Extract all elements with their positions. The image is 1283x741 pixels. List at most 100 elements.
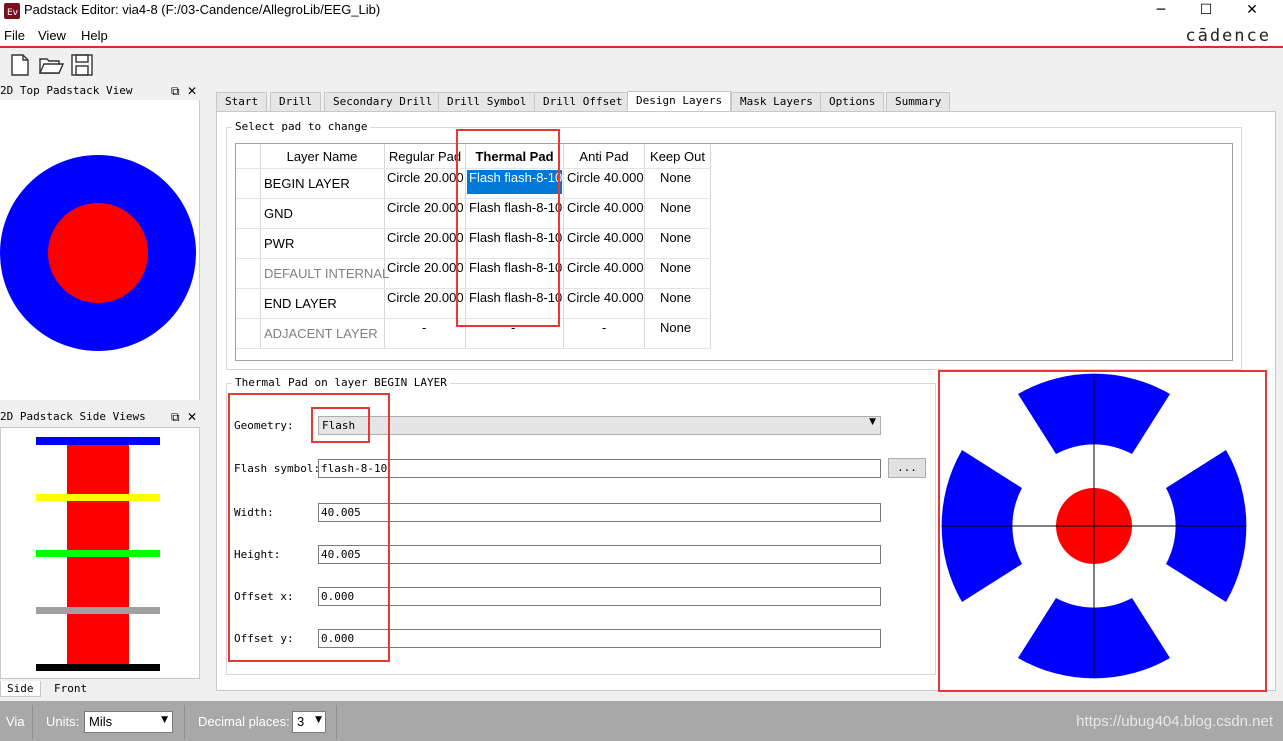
menu-help[interactable]: Help xyxy=(81,28,108,43)
units-value: Mils xyxy=(89,714,113,729)
maximize-button[interactable]: ☐ xyxy=(1183,0,1229,22)
side-view-canvas xyxy=(36,437,160,671)
cell-anti-pad[interactable]: Circle 40.000 xyxy=(567,290,644,305)
offset-x-field[interactable]: 0.000 xyxy=(318,587,881,606)
status-bar: Via Units: Mils ▼ Decimal places: 3 ▼ ht… xyxy=(0,701,1283,741)
units-select[interactable]: Mils ▼ xyxy=(84,711,173,733)
width-field[interactable]: 40.005 xyxy=(318,503,881,522)
tab-secondary-drill[interactable]: Secondary Drill xyxy=(324,92,442,111)
geometry-highlight xyxy=(311,407,370,443)
browse-button[interactable]: ... xyxy=(888,458,926,478)
side-padstack-view xyxy=(0,427,200,679)
close-pane-icon[interactable]: ✕ xyxy=(187,84,197,98)
top-padstack-view xyxy=(0,100,200,400)
menu-view[interactable]: View xyxy=(38,28,66,43)
tab-design-layers[interactable]: Design Layers xyxy=(627,91,732,112)
watermark: https://ubug404.blog.csdn.net xyxy=(1076,713,1273,730)
col-header-regular-pad[interactable]: Regular Pad xyxy=(385,149,465,164)
mode-label: Via xyxy=(6,714,25,729)
new-file-icon[interactable] xyxy=(9,53,31,77)
cell-layer[interactable]: BEGIN LAYER xyxy=(264,176,350,191)
cell-anti-pad[interactable]: - xyxy=(602,320,606,335)
gnd-layer-bar xyxy=(36,494,160,501)
row-divider xyxy=(236,348,711,349)
cell-layer[interactable]: DEFAULT INTERNAL xyxy=(264,266,389,281)
status-separator xyxy=(336,705,337,739)
internal-layer-bar xyxy=(36,607,160,614)
restore-icon[interactable]: ⧉ xyxy=(171,84,180,99)
cell-regular-pad[interactable]: Circle 20.000 xyxy=(387,200,464,215)
cell-keep-out[interactable]: None xyxy=(660,260,691,275)
cell-anti-pad[interactable]: Circle 40.000 xyxy=(567,170,644,185)
drill-circle xyxy=(48,203,148,303)
tab-start[interactable]: Start xyxy=(216,92,268,111)
minimize-button[interactable]: ─ xyxy=(1138,0,1184,22)
decimal-places-select[interactable]: 3 ▼ xyxy=(292,711,326,733)
decimal-places-value: 3 xyxy=(297,714,305,729)
cell-regular-pad[interactable]: Circle 20.000 xyxy=(387,260,464,275)
preview-highlight xyxy=(938,370,1267,692)
cell-regular-pad[interactable]: Circle 20.000 xyxy=(387,290,464,305)
tab-front[interactable]: Front xyxy=(48,681,93,697)
cell-regular-pad[interactable]: Circle 20.000 xyxy=(387,170,464,185)
decimal-places-label: Decimal places: xyxy=(198,714,290,729)
open-folder-icon[interactable] xyxy=(38,54,64,76)
cell-regular-pad[interactable]: - xyxy=(422,320,426,335)
top-view-header: 2D Top Padstack View ⧉ ✕ xyxy=(0,84,202,100)
col-header-anti-pad[interactable]: Anti Pad xyxy=(564,149,644,164)
cell-layer[interactable]: END LAYER xyxy=(264,296,337,311)
chevron-down-icon: ▼ xyxy=(161,715,168,725)
toolbar xyxy=(0,48,1283,82)
offset-y-field[interactable]: 0.000 xyxy=(318,629,881,648)
cell-layer[interactable]: GND xyxy=(264,206,293,221)
tab-drill-offset[interactable]: Drill Offset xyxy=(534,92,632,111)
app-icon: Ev xyxy=(4,3,20,19)
tab-drill-symbol[interactable]: Drill Symbol xyxy=(438,92,536,111)
cell-keep-out[interactable]: None xyxy=(660,230,691,245)
side-view-title: 2D Padstack Side Views xyxy=(0,410,146,423)
svg-text:Ev: Ev xyxy=(7,8,19,18)
cell-keep-out[interactable]: None xyxy=(660,290,691,305)
cell-layer[interactable]: PWR xyxy=(264,236,294,251)
title-bar: Ev Padstack Editor: via4-8 (F:/03-Canden… xyxy=(0,0,1283,22)
cell-anti-pad[interactable]: Circle 40.000 xyxy=(567,200,644,215)
end-layer-bar xyxy=(36,664,160,671)
col-header-keep-out[interactable]: Keep Out xyxy=(645,149,710,164)
col-header-layer-name[interactable]: Layer Name xyxy=(260,149,384,164)
side-view-header: 2D Padstack Side Views ⧉ ✕ xyxy=(0,410,202,426)
status-separator xyxy=(184,705,185,739)
geometry-select[interactable]: Flash ▼ xyxy=(318,416,881,435)
chevron-down-icon: ▼ xyxy=(869,417,876,427)
close-pane-icon[interactable]: ✕ xyxy=(187,410,197,424)
close-button[interactable]: ✕ xyxy=(1229,0,1275,22)
height-field[interactable]: 40.005 xyxy=(318,545,881,564)
cell-anti-pad[interactable]: Circle 40.000 xyxy=(567,260,644,275)
tab-drill[interactable]: Drill xyxy=(270,92,322,111)
tab-summary[interactable]: Summary xyxy=(886,92,951,111)
layer-table: Layer Name Regular Pad Thermal Pad Anti … xyxy=(235,143,1233,361)
flash-symbol-field[interactable]: flash-8-10 xyxy=(318,459,881,478)
layer-group-title: Select pad to change xyxy=(232,120,371,133)
restore-icon[interactable]: ⧉ xyxy=(171,410,180,425)
top-view-canvas xyxy=(0,155,196,351)
menu-bar: File View Help cādence xyxy=(0,22,1283,48)
menu-file[interactable]: File xyxy=(4,28,25,43)
tab-options[interactable]: Options xyxy=(820,92,885,111)
save-icon[interactable] xyxy=(70,53,94,77)
tab-mask-layers[interactable]: Mask Layers xyxy=(731,92,822,111)
cell-regular-pad[interactable]: Circle 20.000 xyxy=(387,230,464,245)
cell-anti-pad[interactable]: Circle 40.000 xyxy=(567,230,644,245)
cell-layer[interactable]: ADJACENT LAYER xyxy=(264,326,378,341)
top-view-title: 2D Top Padstack View xyxy=(0,84,133,97)
cell-keep-out[interactable]: None xyxy=(660,320,691,335)
units-label: Units: xyxy=(46,714,80,729)
thermal-group-title: Thermal Pad on layer BEGIN LAYER xyxy=(232,376,450,389)
chevron-down-icon: ▼ xyxy=(315,715,322,725)
cell-keep-out[interactable]: None xyxy=(660,170,691,185)
thermal-column-highlight xyxy=(456,129,560,327)
cell-keep-out[interactable]: None xyxy=(660,200,691,215)
pwr-layer-bar xyxy=(36,550,160,557)
tab-side[interactable]: Side xyxy=(0,681,41,697)
begin-layer-bar xyxy=(36,437,160,445)
cadence-logo: cādence xyxy=(1185,26,1271,46)
